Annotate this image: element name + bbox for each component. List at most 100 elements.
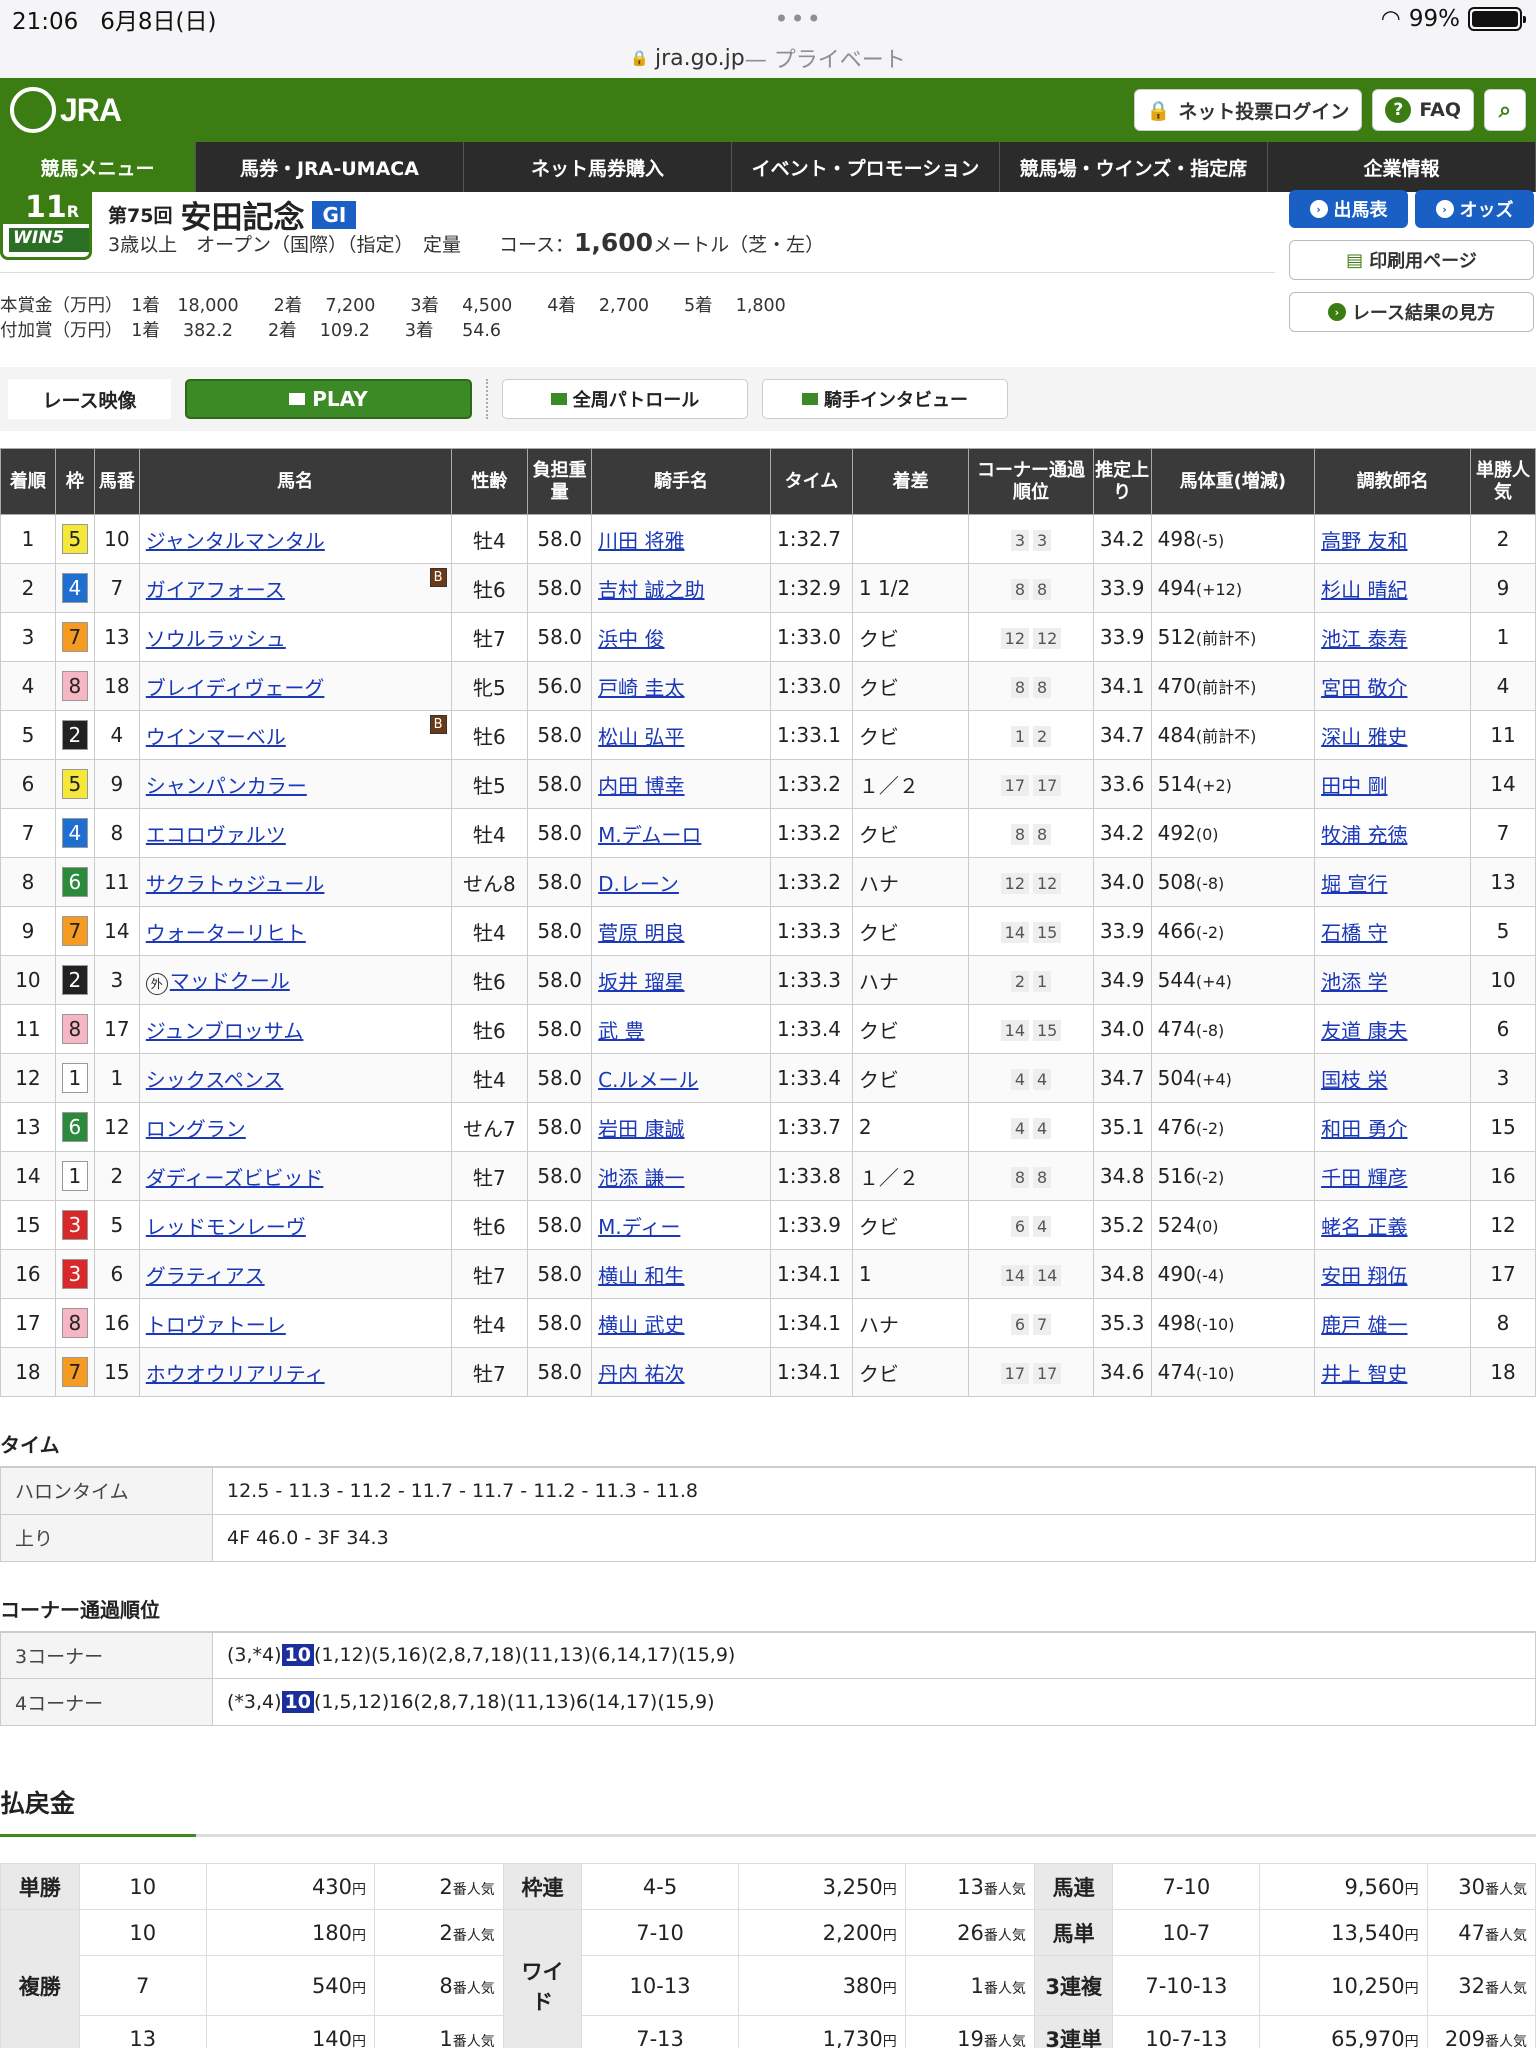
video-camera-icon: [802, 393, 818, 405]
jockey-link[interactable]: 池添 謙一: [598, 1166, 684, 1190]
horse-name-link[interactable]: ウインマーベル: [146, 725, 286, 749]
search-button[interactable]: ⌕: [1484, 89, 1526, 131]
trainer-link[interactable]: 深山 雅史: [1321, 725, 1407, 749]
pop-unit: 番人気: [452, 1927, 495, 1944]
sex-age: 牡7: [450, 1151, 529, 1201]
jockey-cell: 内田 博幸: [591, 759, 771, 809]
horse-name-cell: ダディーズビビッド: [138, 1151, 452, 1201]
trainer-link[interactable]: 安田 翔伍: [1321, 1264, 1407, 1288]
horse-name-link[interactable]: ダディーズビビッド: [146, 1166, 324, 1190]
play-video-button[interactable]: PLAY: [185, 379, 472, 419]
trainer-link[interactable]: 友道 康夫: [1321, 1019, 1407, 1043]
horse-name-link[interactable]: ガイアフォース: [146, 578, 285, 602]
trainer-link[interactable]: 国枝 栄: [1321, 1068, 1387, 1092]
frame-cell: 4: [54, 563, 95, 613]
interview-video-button[interactable]: 騎手インタビュー: [762, 379, 1008, 419]
jockey-link[interactable]: 武 豊: [598, 1019, 644, 1043]
horse-name-link[interactable]: サクラトゥジュール: [146, 872, 325, 896]
chevron-right-icon: ›: [1435, 200, 1454, 218]
net-login-button[interactable]: 🔒 ネット投票ログイン: [1133, 89, 1363, 131]
horse-name-link[interactable]: ソウルラッシュ: [146, 627, 286, 651]
jockey-link[interactable]: 坂井 瑠星: [598, 970, 684, 994]
jockey-link[interactable]: 菅原 明良: [598, 921, 684, 945]
trainer-link[interactable]: 池江 泰寿: [1321, 627, 1407, 651]
nav-racecourse[interactable]: 競馬場・ウインズ・指定席: [1000, 142, 1268, 192]
jockey-link[interactable]: C.ルメール: [598, 1068, 698, 1092]
tab-overview-dots[interactable]: •••: [774, 5, 822, 33]
trainer-link[interactable]: 鹿戸 雄一: [1321, 1313, 1407, 1337]
horse-name-link[interactable]: グラティアス: [146, 1264, 265, 1288]
entries-button[interactable]: › 出馬表: [1289, 190, 1408, 228]
nav-corporate[interactable]: 企業情報: [1268, 142, 1536, 192]
horse-name-link[interactable]: ホウオウリアリティ: [146, 1362, 325, 1386]
amount-value: 9,560: [1344, 1874, 1405, 1899]
horse-name-link[interactable]: マッドクール: [170, 969, 290, 993]
jockey-link[interactable]: 丹内 祐次: [598, 1362, 684, 1386]
yen-unit: 円: [1404, 2033, 1419, 2048]
horse-name-link[interactable]: トロヴァトーレ: [146, 1313, 286, 1337]
jra-logo[interactable]: JRA: [10, 87, 122, 133]
jockey-link[interactable]: 岩田 康誠: [598, 1117, 684, 1141]
nav-baken[interactable]: 馬券・JRA-UMACA: [196, 142, 464, 192]
horse-name-link[interactable]: シャンパンカラー: [146, 774, 307, 798]
margin: ハナ: [851, 1298, 970, 1348]
horse-name-link[interactable]: ウォーターリヒト: [146, 921, 306, 945]
print-button[interactable]: ▤ 印刷用ページ: [1289, 240, 1534, 280]
status-time: 21:06: [12, 9, 79, 35]
trainer-link[interactable]: 石橋 守: [1321, 921, 1387, 945]
jockey-link[interactable]: 横山 武史: [598, 1313, 684, 1337]
trainer-link[interactable]: 蛯名 正義: [1321, 1215, 1407, 1239]
weight-change: (-4): [1195, 1266, 1225, 1285]
jockey-cell: 岩田 康誠: [591, 1102, 771, 1152]
nav-keiba-menu[interactable]: 競馬メニュー: [0, 142, 196, 192]
trainer-link[interactable]: 千田 輝彦: [1321, 1166, 1407, 1190]
horse-name-link[interactable]: レッドモンレーヴ: [146, 1215, 306, 1239]
trainer-link[interactable]: 堀 宣行: [1321, 872, 1387, 896]
race-time: 1:33.4: [769, 1053, 853, 1103]
trainer-link[interactable]: 池添 学: [1321, 970, 1387, 994]
amount-value: 380: [842, 1973, 883, 1998]
trainer-cell: 深山 雅史: [1314, 710, 1472, 760]
trainer-link[interactable]: 井上 智史: [1321, 1362, 1407, 1386]
horse-name-link[interactable]: ロングラン: [146, 1117, 246, 1141]
trainer-link[interactable]: 田中 剛: [1321, 774, 1387, 798]
jockey-link[interactable]: 横山 和生: [598, 1264, 684, 1288]
horse-name-link[interactable]: ブレイディヴェーグ: [146, 676, 325, 700]
pop-value: 2: [439, 1874, 453, 1899]
jockey-link[interactable]: 吉村 誠之助: [598, 578, 704, 602]
jockey-link[interactable]: 戸崎 圭太: [598, 676, 684, 700]
odds-button[interactable]: › オッズ: [1415, 190, 1534, 228]
sex-age: 牡7: [450, 1347, 529, 1397]
finish-position: 12: [0, 1053, 56, 1103]
jockey-link[interactable]: M.ディー: [598, 1215, 680, 1239]
horse-name-link[interactable]: ジャンタルマンタル: [146, 529, 325, 553]
jockey-link[interactable]: M.デムーロ: [598, 823, 701, 847]
horse-name-link[interactable]: エコロヴァルツ: [146, 823, 286, 847]
entries-label: 出馬表: [1333, 200, 1388, 221]
faq-button[interactable]: ? FAQ: [1372, 89, 1474, 131]
trainer-cell: 池江 泰寿: [1314, 612, 1472, 662]
nav-event[interactable]: イベント・プロモーション: [732, 142, 1000, 192]
jockey-link[interactable]: 松山 弘平: [598, 725, 684, 749]
nav-net-baken[interactable]: ネット馬券購入: [464, 142, 732, 192]
trainer-link[interactable]: 和田 勇介: [1321, 1117, 1407, 1141]
weight-carried: 58.0: [527, 1004, 593, 1054]
trainer-link[interactable]: 高野 友和: [1321, 529, 1407, 553]
jockey-link[interactable]: 川田 将雅: [598, 529, 684, 553]
jockey-link[interactable]: D.レーン: [598, 872, 679, 896]
trainer-link[interactable]: 宮田 敬介: [1321, 676, 1407, 700]
url-bar[interactable]: 🔒 jra.go.jp — プライベート: [0, 38, 1536, 78]
jockey-link[interactable]: 浜中 俊: [598, 627, 664, 651]
jockey-link[interactable]: 内田 博幸: [598, 774, 684, 798]
trainer-link[interactable]: 杉山 晴紀: [1321, 578, 1407, 602]
payout-popularity: 2番人気: [374, 1909, 504, 1956]
trainer-link[interactable]: 牧浦 充徳: [1321, 823, 1407, 847]
result-guide-button[interactable]: › レース結果の見方: [1289, 292, 1534, 332]
patrol-video-button[interactable]: 全周パトロール: [502, 379, 748, 419]
search-icon: ⌕: [1498, 97, 1512, 123]
jockey-cell: 菅原 明良: [591, 906, 771, 956]
horse-number: 12: [93, 1102, 140, 1152]
horse-name-link[interactable]: シックスペンス: [146, 1068, 284, 1092]
horse-name-link[interactable]: ジュンブロッサム: [146, 1019, 304, 1043]
corner3-pre: (3,*4): [227, 1644, 282, 1667]
